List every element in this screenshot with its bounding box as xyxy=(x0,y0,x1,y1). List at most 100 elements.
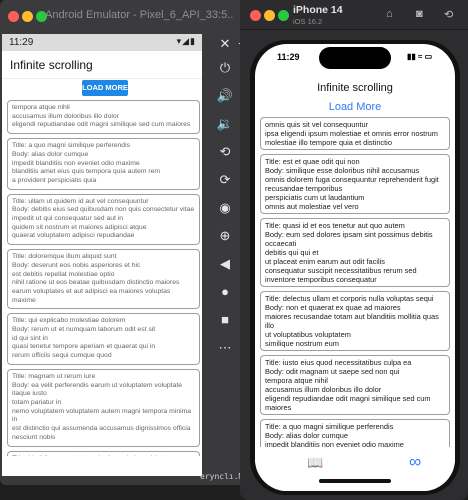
post-line: accusamus illum doloribus illo dolor xyxy=(265,385,382,394)
volume-down-icon[interactable]: 🔉 xyxy=(215,114,235,134)
post-line: impedit ut qui consequatur sed aut in xyxy=(12,215,124,223)
status-icons: ▮▮ ≈ ▭ xyxy=(407,52,433,61)
post-card: omnis quis sit vel consequuntur ipsa elig… xyxy=(260,117,450,150)
android-app-bar: Infinite scrolling xyxy=(2,51,202,79)
android-window-title: Android Emulator - Pixel_6_API_33:5.. xyxy=(45,9,234,21)
post-line: quasi tenetur tempore aperiam et quaerat… xyxy=(12,343,156,351)
post-line: Title: quasi id et eos tenetur aut quo a… xyxy=(265,221,405,230)
post-line: consequatur suscipit necessitatibus reru… xyxy=(265,266,417,275)
post-line: accusamus illum doloribus illo dolor xyxy=(12,112,119,120)
ios-bottom-nav: 📖 ∞ xyxy=(255,447,455,491)
post-line: Body: ea velit perferendis earum ut volu… xyxy=(12,381,183,389)
minimize-window-button[interactable] xyxy=(22,11,33,22)
post-line: Title: a quo magni similique perferendis xyxy=(12,142,130,150)
book-icon[interactable]: 📖 xyxy=(307,455,323,471)
rotate-icon[interactable]: ⟲ xyxy=(444,8,458,22)
post-line: omnis aut molestiae vel vero xyxy=(265,202,359,211)
post-line: Title: a quo magni similique perferendis xyxy=(265,422,394,431)
post-line: Body: non et quaerat ex quae ad maiores xyxy=(265,303,401,312)
power-icon[interactable]: ⏻ xyxy=(215,58,235,78)
post-line: Title: id nihil consequatur molestias an… xyxy=(12,455,195,457)
close-window-button[interactable] xyxy=(8,11,19,22)
post-line: ut placeat enim earum aut odit facilis xyxy=(265,257,385,266)
post-card: Title: est et quae odit qui non Body: sim… xyxy=(260,154,450,214)
emulator-toolbar: ✕ − ⏻ 🔊 🔉 ⟲ ⟳ ◉ ⊕ ◀ ● ■ ⋯ xyxy=(206,34,246,364)
os-version: iOS 16.2 xyxy=(293,17,323,26)
post-line: Title: magnam ut rerum iure xyxy=(12,372,96,380)
post-line: rerum officiis sequi cumque quod xyxy=(12,352,112,360)
post-line: maiores xyxy=(265,403,292,412)
post-line: eligendi repudiandae odit magni similiqu… xyxy=(12,121,191,129)
post-line: omnis quis sit vel consequuntur xyxy=(265,120,369,129)
load-more-button[interactable]: Load More xyxy=(255,101,455,113)
post-line: ipsa eligendi ipsum molestiae et omnis e… xyxy=(265,129,438,138)
post-line: Body: rerum ut et numquam laborum odit e… xyxy=(12,326,156,334)
post-card: Title: qui explicabo molestiae dolorem Bo… xyxy=(7,313,200,365)
post-card: Title: delectus ullam et corporis nulla … xyxy=(260,291,450,351)
maximize-window-button[interactable] xyxy=(278,10,289,21)
post-line: blanditiis amet eius quis tempora quia a… xyxy=(12,168,161,176)
android-screen: 11:29 ▾◢▮ Infinite scrolling LOAD MORE t… xyxy=(2,34,202,476)
minimize-window-button[interactable] xyxy=(264,10,275,21)
device-name: iPhone 14 xyxy=(293,4,343,16)
rotate-right-icon[interactable]: ⟳ xyxy=(215,170,235,190)
post-line: illo xyxy=(265,321,275,330)
post-line: Body: deserunt eos nobis asperiores et h… xyxy=(12,261,141,269)
home-icon[interactable]: ● xyxy=(215,282,235,302)
post-card: Title: a quo magni similique perferendis… xyxy=(7,138,200,190)
ios-simulator-window: iPhone 14 iOS 16.2 ⌂ ◙ ⟲ 11:29 ▮▮ ≈ ▭ In… xyxy=(240,0,468,500)
home-icon[interactable]: ⌂ xyxy=(386,8,400,22)
post-line: Title: qui explicabo molestiae dolorem xyxy=(12,317,126,325)
status-time: 11:29 xyxy=(9,37,34,48)
post-line: a provident perspiciatis quia xyxy=(12,176,97,184)
android-post-list[interactable]: tempora atque nihil accusamus illum dolor… xyxy=(7,100,200,456)
volume-up-icon[interactable]: 🔊 xyxy=(215,86,235,106)
load-more-button[interactable]: LOAD MORE xyxy=(82,80,128,96)
app-title: Infinite scrolling xyxy=(10,58,93,72)
post-line: tempora atque nihil xyxy=(265,376,328,385)
post-line: earum voluptates et aut adipisci ea maio… xyxy=(12,287,171,295)
post-line: debitis qui qui et xyxy=(265,248,319,257)
post-card: Title: magnam ut rerum iure Body: ea veli… xyxy=(7,368,200,447)
post-line: quaerat voluptatem adipisci repudiandae xyxy=(12,232,135,240)
post-card: Title: id nihil consequatur molestias an… xyxy=(7,450,200,457)
status-icons: ▾◢▮ xyxy=(176,36,196,46)
post-line: Body: eum sed dolores ipsam sint possimu… xyxy=(265,230,433,239)
overview-icon[interactable]: ■ xyxy=(215,310,235,330)
post-line: Title: doloremque illum aliquid sunt xyxy=(12,253,117,261)
dynamic-island xyxy=(319,47,391,69)
post-line: inventore temporibus consequatur xyxy=(265,275,377,284)
ios-post-list[interactable]: omnis quis sit vel consequuntur ipsa elig… xyxy=(260,117,450,460)
status-time: 11:29 xyxy=(277,52,300,62)
post-line: maxime xyxy=(12,296,36,304)
infinity-icon[interactable]: ∞ xyxy=(409,452,421,472)
post-line: impedit blanditiis non eveniet odio maxi… xyxy=(12,159,140,167)
post-line: Body: similique esse doloribus nihil acc… xyxy=(265,166,420,175)
post-line: tempora atque nihil xyxy=(12,104,70,111)
camera-icon[interactable]: ◉ xyxy=(215,198,235,218)
post-line: ut voluptatibus voluptatem xyxy=(265,330,351,339)
android-emulator-window: Android Emulator - Pixel_6_API_33:5.. 11… xyxy=(0,0,246,485)
post-line: nihil ratione ut eos beatae quibusdam di… xyxy=(12,279,180,287)
post-line: in xyxy=(12,416,18,424)
post-line: omnis dolorem fuga consequuntur reprehen… xyxy=(265,175,439,184)
post-line: maiores recusandae totam aut blanditiis … xyxy=(265,312,439,321)
post-card: Title: doloremque illum aliquid sunt Body… xyxy=(7,249,200,310)
post-line: Title: ullam ut quidem id aut vel conseq… xyxy=(12,197,149,205)
more-icon[interactable]: ⋯ xyxy=(215,338,235,358)
post-line: Title: est et quae odit qui non xyxy=(265,157,360,166)
app-title: Infinite scrolling xyxy=(317,82,393,94)
post-line: est distinctio qui assumenda accusamus d… xyxy=(12,425,191,433)
rotate-left-icon[interactable]: ⟲ xyxy=(215,142,235,162)
post-line: Title: delectus ullam et corporis nulla … xyxy=(265,294,434,303)
ios-screen: 11:29 ▮▮ ≈ ▭ Infinite scrolling Load Mor… xyxy=(255,44,455,491)
post-line: est debitis repellat molestiae optio xyxy=(12,270,115,278)
post-line: nesciunt nobis xyxy=(12,433,56,441)
back-icon[interactable]: ◀ xyxy=(215,254,235,274)
screenshot-icon[interactable]: ◙ xyxy=(416,8,430,22)
post-card: Title: quasi id et eos tenetur aut quo a… xyxy=(260,218,450,287)
close-window-button[interactable] xyxy=(250,10,261,21)
post-line: eligendi repudiandae odit magni similiqu… xyxy=(265,394,431,403)
zoom-icon[interactable]: ⊕ xyxy=(215,226,235,246)
post-line: perspiciatis cum ut laudantium xyxy=(265,193,365,202)
